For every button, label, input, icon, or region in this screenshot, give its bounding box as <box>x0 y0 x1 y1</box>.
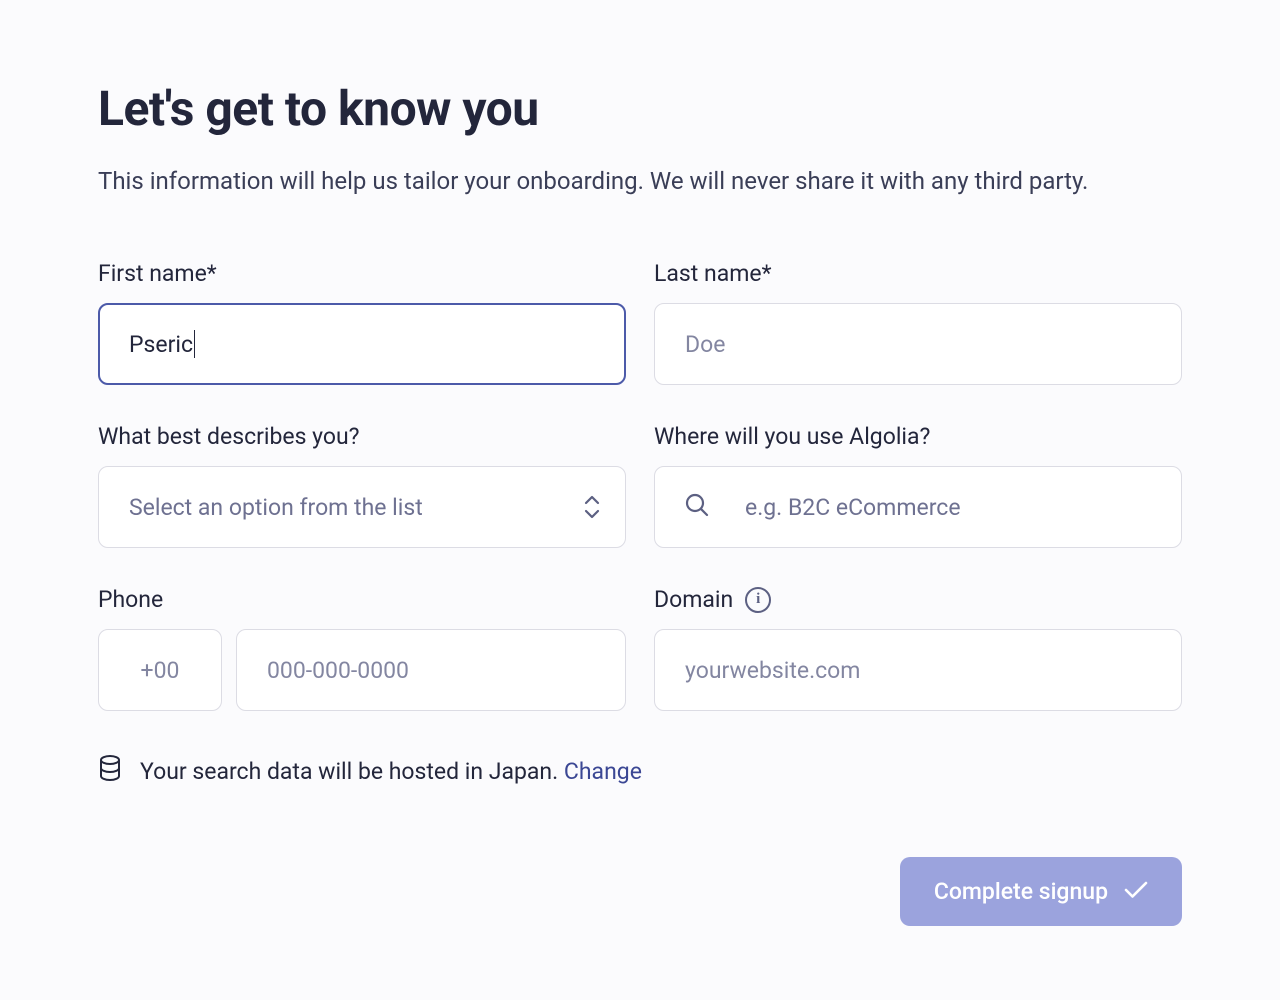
phone-country-code-input[interactable] <box>98 629 222 711</box>
describes-you-field: What best describes you? Select an optio… <box>98 423 626 548</box>
page-title: Let's get to know you <box>98 80 1182 137</box>
hosting-text: Your search data will be hosted in Japan… <box>140 758 558 785</box>
change-hosting-link[interactable]: Change <box>564 758 642 785</box>
domain-label: Domain <box>654 586 733 613</box>
last-name-label: Last name* <box>654 260 1182 287</box>
domain-input[interactable] <box>654 629 1182 711</box>
check-icon <box>1124 878 1148 905</box>
page-subtitle: This information will help us tailor you… <box>98 163 1108 200</box>
use-where-placeholder: e.g. B2C eCommerce <box>745 494 961 521</box>
use-where-field: Where will you use Algolia? e.g. B2C eCo… <box>654 423 1182 548</box>
use-where-input[interactable]: e.g. B2C eCommerce <box>654 466 1182 548</box>
phone-label: Phone <box>98 586 626 613</box>
domain-field: Domain i <box>654 586 1182 711</box>
database-icon <box>98 755 122 787</box>
describes-you-select[interactable]: Select an option from the list <box>98 466 626 548</box>
info-icon[interactable]: i <box>745 587 771 613</box>
describes-you-label: What best describes you? <box>98 423 626 450</box>
hosting-info-row: Your search data will be hosted in Japan… <box>98 755 1182 787</box>
text-cursor <box>194 330 195 358</box>
first-name-label: First name* <box>98 260 626 287</box>
describes-you-placeholder: Select an option from the list <box>129 494 423 521</box>
first-name-value: Pseric <box>129 331 193 358</box>
complete-signup-label: Complete signup <box>934 878 1108 905</box>
first-name-input[interactable]: Pseric <box>98 303 626 385</box>
first-name-field: First name* Pseric <box>98 260 626 385</box>
last-name-input[interactable] <box>654 303 1182 385</box>
phone-number-input[interactable] <box>236 629 626 711</box>
use-where-label: Where will you use Algolia? <box>654 423 1182 450</box>
last-name-field: Last name* <box>654 260 1182 385</box>
complete-signup-button[interactable]: Complete signup <box>900 857 1182 926</box>
phone-field: Phone <box>98 586 626 711</box>
signup-form: First name* Pseric Last name* What best … <box>98 260 1182 711</box>
